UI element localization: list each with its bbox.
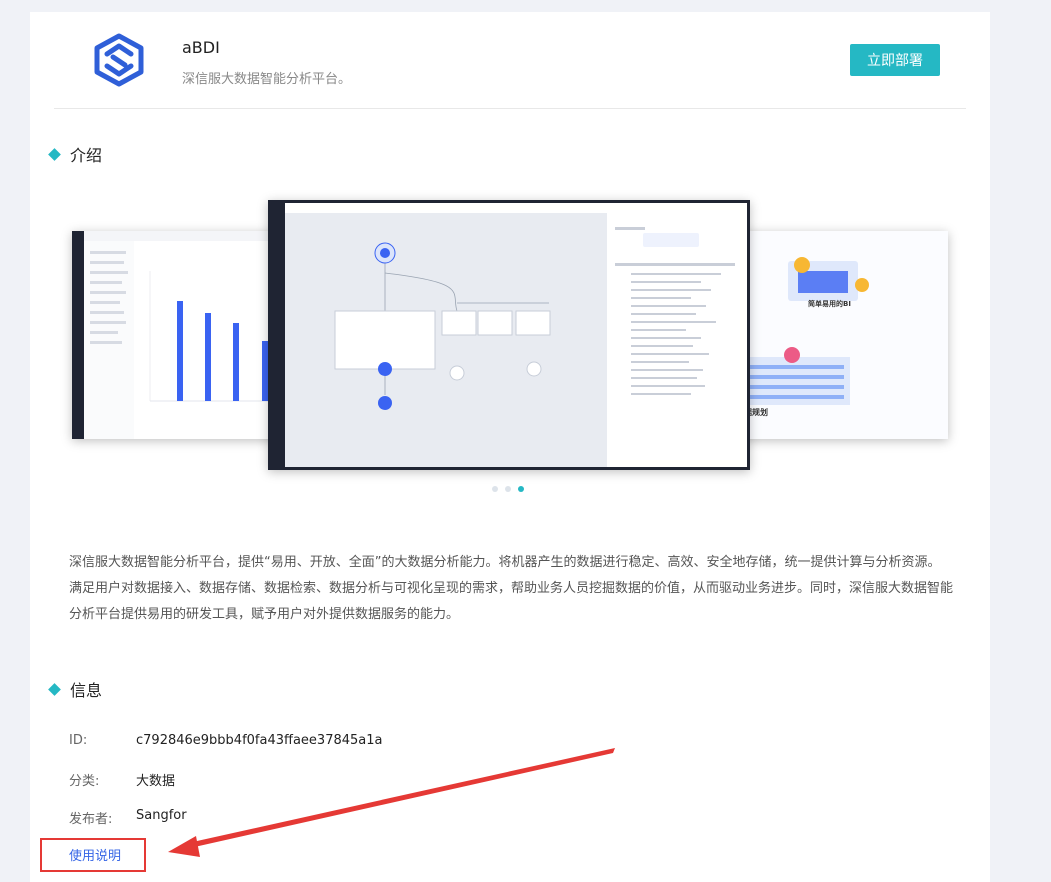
slide-center-preview bbox=[271, 203, 747, 467]
intro-title-text: 介绍 bbox=[70, 146, 103, 165]
diamond-bullet-icon bbox=[48, 147, 61, 161]
info-value: Sangfor bbox=[136, 808, 187, 823]
info-label: 发布者: bbox=[69, 812, 113, 827]
intro-description: 深信服大数据智能分析平台，提供“易用、开放、全面”的大数据分析能力。将机器产生的… bbox=[69, 555, 954, 622]
screenshot-carousel[interactable]: 简单易用的BI 视化数据规划 bbox=[70, 196, 950, 476]
info-value: 大数据 bbox=[136, 774, 176, 789]
deploy-button[interactable]: 立即部署 bbox=[850, 44, 940, 76]
diamond-bullet-icon bbox=[48, 682, 61, 696]
info-row-id: ID: c792846e9bbb4f0fa43ffaee37845a1a bbox=[69, 733, 382, 748]
carousel-dot-3[interactable] bbox=[518, 486, 524, 492]
carousel-slide-center[interactable] bbox=[268, 200, 750, 470]
intro-section-title: 介绍 bbox=[48, 142, 103, 166]
carousel-dot-1[interactable] bbox=[492, 486, 498, 492]
info-row-publisher: 发布者: Sangfor bbox=[69, 808, 187, 827]
carousel-indicator bbox=[492, 486, 524, 492]
slide-right-caption-1: 简单易用的BI bbox=[808, 300, 851, 308]
info-label: ID: bbox=[69, 733, 88, 748]
usage-instructions-link[interactable]: 使用说明 bbox=[69, 845, 121, 864]
info-row-category: 分类: 大数据 bbox=[69, 770, 175, 789]
app-name: aBDI bbox=[182, 38, 220, 57]
header-divider bbox=[54, 108, 966, 109]
carousel-dot-2[interactable] bbox=[505, 486, 511, 492]
info-label: 分类: bbox=[69, 774, 100, 789]
info-section-title: 信息 bbox=[48, 677, 103, 701]
info-title-text: 信息 bbox=[70, 681, 103, 700]
app-logo-icon bbox=[94, 33, 144, 87]
app-subtitle: 深信服大数据智能分析平台。 bbox=[182, 72, 352, 87]
info-value: c792846e9bbb4f0fa43ffaee37845a1a bbox=[136, 733, 383, 748]
